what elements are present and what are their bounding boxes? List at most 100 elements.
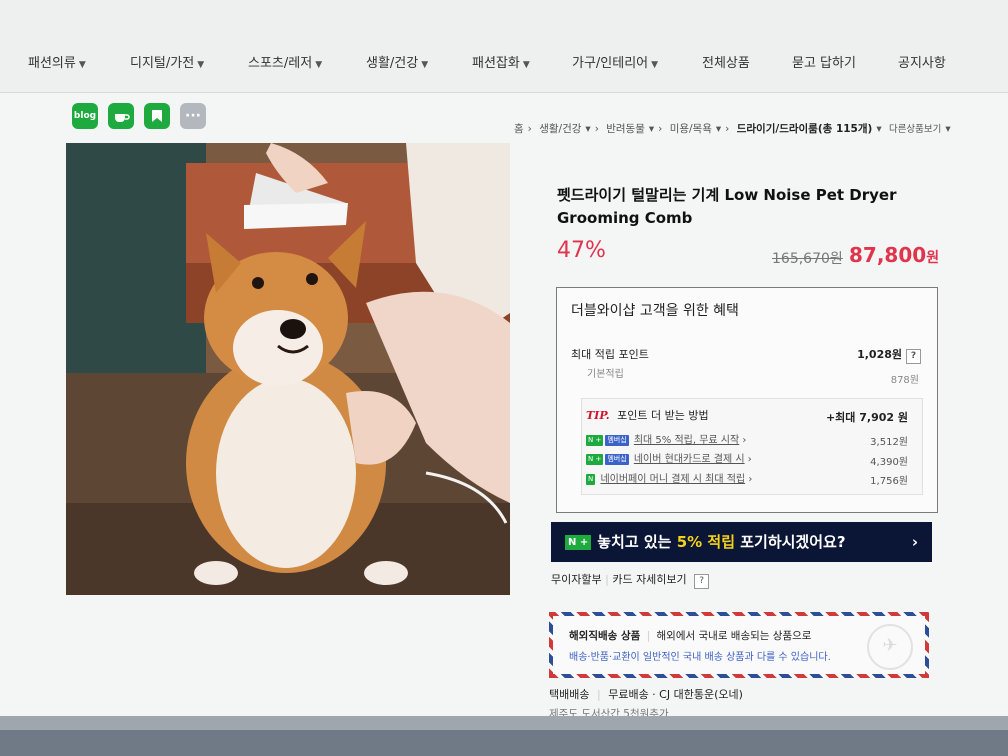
nav-label: 묻고 답하기 bbox=[792, 56, 856, 71]
installment-label: 무이자할부 bbox=[551, 573, 602, 586]
help-icon[interactable]: ? bbox=[906, 349, 921, 364]
nav-item-fashion-goods[interactable]: 패션잡화 ▼ bbox=[472, 52, 530, 71]
blog-label: blog bbox=[73, 111, 97, 121]
chevron-down-icon: ▼ bbox=[315, 60, 323, 70]
shipping-type: 택배배송 bbox=[549, 688, 590, 701]
more-label: ··· bbox=[185, 108, 201, 124]
divider: | bbox=[596, 688, 601, 701]
tip-row[interactable]: N + 멤버십 네이버 현대카드로 결제 시 › bbox=[586, 450, 752, 465]
nav-item-all-products[interactable]: 전체상품 bbox=[702, 52, 750, 71]
benefit-box: 더블와이샵 고객을 위한 혜택 최대 적립 포인트 1,028원? 기본적립 8… bbox=[556, 287, 938, 513]
naver-pay-badge: N bbox=[586, 473, 596, 485]
max-points-value: 1,028원 bbox=[857, 348, 902, 361]
nav-item-qna[interactable]: 묻고 답하기 bbox=[792, 52, 856, 71]
tip-label: TIP. bbox=[586, 409, 610, 422]
chevron-right-icon: › bbox=[742, 435, 747, 446]
overseas-title: 해외직배송 상품 bbox=[569, 630, 641, 642]
base-points-value: 878원 bbox=[890, 375, 919, 386]
tip-max: +최대 7,902 원 bbox=[825, 411, 908, 424]
caret-down-icon: ▾ bbox=[648, 123, 655, 135]
nav-item-furniture[interactable]: 가구/인테리어 ▼ bbox=[572, 52, 658, 71]
tip-value: 1,756원 bbox=[870, 476, 908, 487]
chevron-right-icon: › bbox=[747, 454, 752, 465]
chevron-down-icon: ▼ bbox=[651, 60, 659, 70]
breadcrumb-home[interactable]: 홈 bbox=[514, 123, 524, 135]
tip-text: 네이버페이 머니 결제 시 최대 적립 bbox=[600, 474, 746, 485]
divider: | bbox=[605, 573, 609, 586]
chevron-right-icon: › bbox=[658, 123, 663, 135]
shipping-fee: 무료배송 · CJ 대한통운(오네) bbox=[608, 688, 743, 701]
overseas-shipping-notice: 해외직배송 상품 | 해외에서 국내로 배송되는 상품으로 배송·반품·교환이 … bbox=[549, 612, 929, 678]
nav-label: 패션잡화 bbox=[472, 56, 520, 71]
product-image[interactable] bbox=[66, 143, 510, 595]
max-points-label: 최대 적립 포인트 bbox=[571, 348, 649, 361]
nav-label: 디지털/가전 bbox=[130, 56, 195, 71]
caret-down-icon: ▾ bbox=[876, 123, 882, 135]
airplane-stamp-icon: ✈ bbox=[867, 624, 913, 670]
tip-row[interactable]: N 네이버페이 머니 결제 시 최대 적립 › bbox=[586, 470, 752, 485]
caret-down-icon: ▾ bbox=[715, 123, 722, 135]
nav-item-sports[interactable]: 스포츠/레저 ▼ bbox=[248, 52, 322, 71]
tip-title: 포인트 더 받는 방법 bbox=[617, 409, 709, 422]
card-details-link[interactable]: 카드 자세히보기 bbox=[612, 573, 686, 586]
banner-highlight: 5% 적립 bbox=[676, 533, 735, 551]
naver-plus-badge: N + bbox=[586, 434, 604, 446]
caret-down-icon: ▾ bbox=[945, 123, 951, 135]
nav-label: 생활/건강 bbox=[366, 56, 419, 71]
chevron-right-icon: › bbox=[748, 474, 753, 485]
naver-plus-badge: N + bbox=[586, 453, 604, 465]
sale-price-value: 87,800 bbox=[849, 243, 927, 267]
chevron-down-icon: ▼ bbox=[197, 60, 205, 70]
membership-banner[interactable]: N + 놓치고 있는 5% 적립 포기하시겠어요? › bbox=[551, 522, 932, 562]
divider: | bbox=[646, 630, 651, 642]
tip-box: TIP. 포인트 더 받는 방법 +최대 7,902 원 N + 멤버십 최대 5… bbox=[581, 398, 923, 495]
shipping-info: 택배배송 | 무료배송 · CJ 대한통운(오네) bbox=[549, 686, 743, 702]
tip-text: 최대 5% 적립, 무료 시작 bbox=[633, 435, 740, 446]
cafe-share-icon[interactable] bbox=[108, 103, 134, 129]
membership-badge: 멤버십 bbox=[605, 434, 629, 446]
breadcrumb: 홈 › 생활/건강 ▾ › 반려동물 ▾ › 미용/목욕 ▾ › 드라이기/드라이룸(총 11… bbox=[514, 121, 955, 136]
product-title: 펫드라이기 털말리는 기계 Low Noise Pet Dryer Groomi… bbox=[557, 186, 897, 227]
help-icon[interactable]: ? bbox=[694, 574, 710, 589]
other-products-link[interactable]: 다른상품보기 bbox=[889, 124, 941, 135]
chevron-right-icon: › bbox=[911, 533, 918, 551]
original-price: 165,670원 bbox=[772, 251, 843, 267]
benefit-title: 더블와이샵 고객을 위한 혜택 bbox=[571, 303, 739, 319]
dog-grooming-photo bbox=[66, 143, 510, 595]
chevron-down-icon: ▼ bbox=[522, 60, 530, 70]
nav-item-notice[interactable]: 공지사항 bbox=[898, 52, 946, 71]
overseas-desc: 해외에서 국내로 배송되는 상품으로 bbox=[656, 630, 812, 642]
banner-text-after: 포기하시겠어요? bbox=[740, 533, 846, 551]
sale-price-unit: 원 bbox=[926, 250, 940, 266]
nav-label: 패션의류 bbox=[28, 56, 76, 71]
naver-plus-badge: N + bbox=[565, 535, 592, 550]
caret-down-icon: ▾ bbox=[585, 123, 591, 135]
more-share-icon[interactable]: ··· bbox=[180, 103, 206, 129]
discount-rate: 47% bbox=[557, 238, 606, 263]
breadcrumb-level1[interactable]: 생활/건강 bbox=[539, 123, 581, 135]
overseas-note: 배송·반품·교환이 일반적인 국내 배송 상품과 다를 수 있습니다. bbox=[569, 652, 831, 663]
chevron-right-icon: › bbox=[594, 123, 599, 135]
nav-item-living-health[interactable]: 생활/건강 ▼ bbox=[366, 52, 428, 71]
chevron-down-icon: ▼ bbox=[421, 60, 429, 70]
taskbar bbox=[0, 730, 1008, 756]
breadcrumb-current[interactable]: 드라이기/드라이룸(총 115개) bbox=[737, 123, 873, 135]
breadcrumb-level3[interactable]: 미용/목욕 bbox=[670, 123, 712, 135]
sale-price: 87,800원 bbox=[849, 243, 939, 267]
installment-info: 무이자할부 | 카드 자세히보기 ? bbox=[551, 571, 710, 589]
breadcrumb-level2[interactable]: 반려동물 bbox=[606, 123, 645, 135]
browser-screen: 패션의류 ▼ 디지털/가전 ▼ 스포츠/레저 ▼ 생활/건강 ▼ 패션잡화 ▼ 가구/인테… bbox=[0, 0, 1008, 720]
max-points: 1,028원? bbox=[857, 346, 921, 364]
banner-text-before: 놓치고 있는 bbox=[597, 533, 672, 551]
nav-label: 전체상품 bbox=[702, 56, 750, 71]
category-nav: 패션의류 ▼ 디지털/가전 ▼ 스포츠/레저 ▼ 생활/건강 ▼ 패션잡화 ▼ 가구/인테… bbox=[0, 0, 1008, 93]
bookmark-share-icon[interactable] bbox=[144, 103, 170, 129]
base-points-label: 기본적립 bbox=[587, 369, 624, 380]
nav-item-fashion-clothing[interactable]: 패션의류 ▼ bbox=[28, 52, 86, 71]
tip-text: 네이버 현대카드로 결제 시 bbox=[633, 454, 745, 465]
nav-item-digital[interactable]: 디지털/가전 ▼ bbox=[130, 52, 204, 71]
chevron-down-icon: ▼ bbox=[78, 60, 86, 70]
tip-value: 3,512원 bbox=[870, 437, 908, 448]
tip-row[interactable]: N + 멤버십 최대 5% 적립, 무료 시작 › bbox=[586, 431, 746, 446]
blog-share-icon[interactable]: blog bbox=[72, 103, 98, 129]
